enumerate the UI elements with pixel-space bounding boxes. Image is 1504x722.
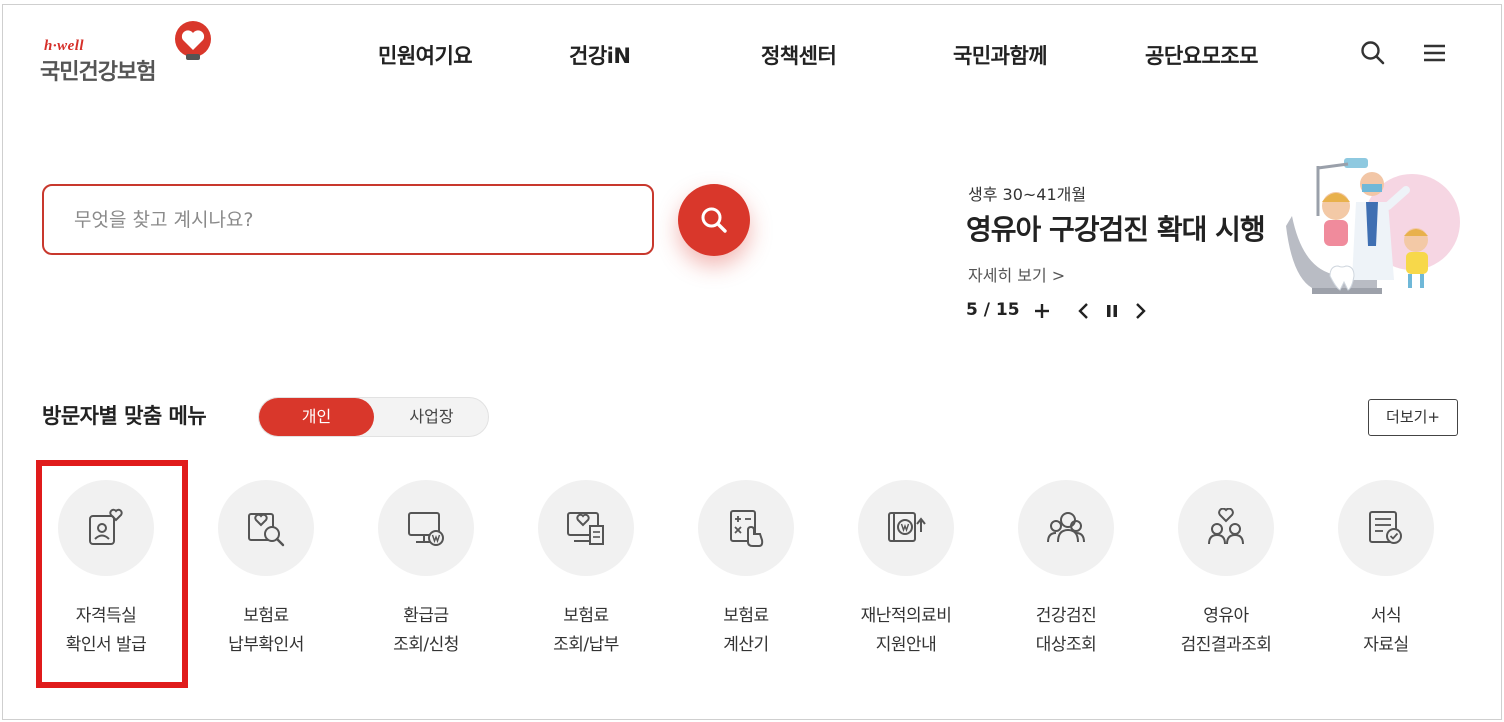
nav-item-civil[interactable]: 민원여기요 xyxy=(378,40,473,70)
monitor-refund-icon xyxy=(408,512,444,546)
pause-icon[interactable] xyxy=(1100,298,1124,324)
search-icon xyxy=(701,207,727,233)
menu-item-label: 서식 자료실 xyxy=(1363,606,1409,655)
form-document-icon xyxy=(1369,511,1402,544)
dental-checkup-illustration xyxy=(1286,158,1460,294)
menu-icon-circle xyxy=(1178,480,1274,576)
menu-icon-circle xyxy=(378,480,474,576)
menu-item-label: 건강검진 대상조회 xyxy=(1035,606,1097,655)
search-input[interactable] xyxy=(74,204,614,236)
logo-hwell-text: h·well xyxy=(44,38,85,54)
menu-icon-circle xyxy=(698,480,794,576)
menu-icon-circle xyxy=(538,480,634,576)
visitor-menu-title: 방문자별 맞춤 메뉴 xyxy=(42,404,207,428)
menu-icon-circle xyxy=(218,480,314,576)
search-box xyxy=(42,184,654,255)
menu-item-forms[interactable]: 서식 자료실 xyxy=(1311,480,1461,670)
banner-title[interactable]: 영유아 구강검진 확대 시행 xyxy=(966,208,1266,248)
menu-item-premium-inquiry[interactable]: 보험료 조회/납부 xyxy=(511,480,661,670)
plus-icon[interactable] xyxy=(1030,298,1054,324)
toggle-business[interactable]: 사업장 xyxy=(374,398,489,436)
menu-item-checkup-target[interactable]: 건강검진 대상조회 xyxy=(991,480,1141,670)
menu-item-label: 보험료 조회/납부 xyxy=(553,606,619,655)
monitor-document-icon xyxy=(567,512,604,545)
nav-item-health-in[interactable]: 건강iN xyxy=(569,40,631,70)
banner-subtitle: 생후 30~41개월 xyxy=(968,185,1087,204)
menu-icon-circle xyxy=(1338,480,1434,576)
family-heart-icon xyxy=(1208,508,1244,545)
menu-item-infant-checkup[interactable]: 영유아 검진결과조회 xyxy=(1151,480,1301,670)
visitor-type-toggle: 개인 사업장 xyxy=(258,397,489,437)
menu-item-disaster-medical[interactable]: 재난적의료비 지원안내 xyxy=(831,480,981,670)
menu-item-label: 보험료 계산기 xyxy=(723,606,769,655)
banner-more-link[interactable]: 자세히 보기 > xyxy=(968,262,1065,286)
search-icon[interactable] xyxy=(1358,38,1388,68)
menu-item-label: 보험료 납부확인서 xyxy=(228,606,304,655)
chevron-left-icon[interactable] xyxy=(1072,298,1096,324)
menu-item-label: 환급금 조회/신청 xyxy=(393,606,459,655)
chevron-right-icon[interactable] xyxy=(1128,298,1152,324)
logo[interactable]: h·well 국민건강보험 xyxy=(40,20,220,85)
more-button[interactable]: 더보기+ xyxy=(1368,399,1458,436)
logo-heart-icon xyxy=(175,21,211,60)
people-search-icon xyxy=(1047,512,1085,543)
hamburger-menu-icon[interactable] xyxy=(1420,38,1450,68)
pager-count: 5 / 15 xyxy=(966,300,1020,320)
nav-item-policy[interactable]: 정책센터 xyxy=(761,40,837,70)
search-button[interactable] xyxy=(678,184,750,256)
menu-icon-circle xyxy=(858,480,954,576)
menu-item-label: 재난적의료비 지원안내 xyxy=(860,606,952,655)
menu-item-refund[interactable]: 환급금 조회/신청 xyxy=(351,480,501,670)
nav-item-together[interactable]: 국민과함께 xyxy=(953,40,1048,70)
calculator-icon xyxy=(730,510,764,547)
menu-item-label: 영유아 검진결과조회 xyxy=(1180,606,1272,655)
menu-item-calculator[interactable]: 보험료 계산기 xyxy=(671,480,821,670)
document-search-icon xyxy=(248,513,285,547)
money-support-icon xyxy=(888,512,926,542)
logo-main-text: 국민건강보험 xyxy=(40,60,156,85)
toggle-personal[interactable]: 개인 xyxy=(259,398,374,436)
menu-icon-circle xyxy=(1018,480,1114,576)
menu-item-payment-confirmation[interactable]: 보험료 납부확인서 xyxy=(191,480,341,670)
nav-item-about[interactable]: 공단요모조모 xyxy=(1145,40,1258,70)
highlight-box xyxy=(36,460,188,688)
